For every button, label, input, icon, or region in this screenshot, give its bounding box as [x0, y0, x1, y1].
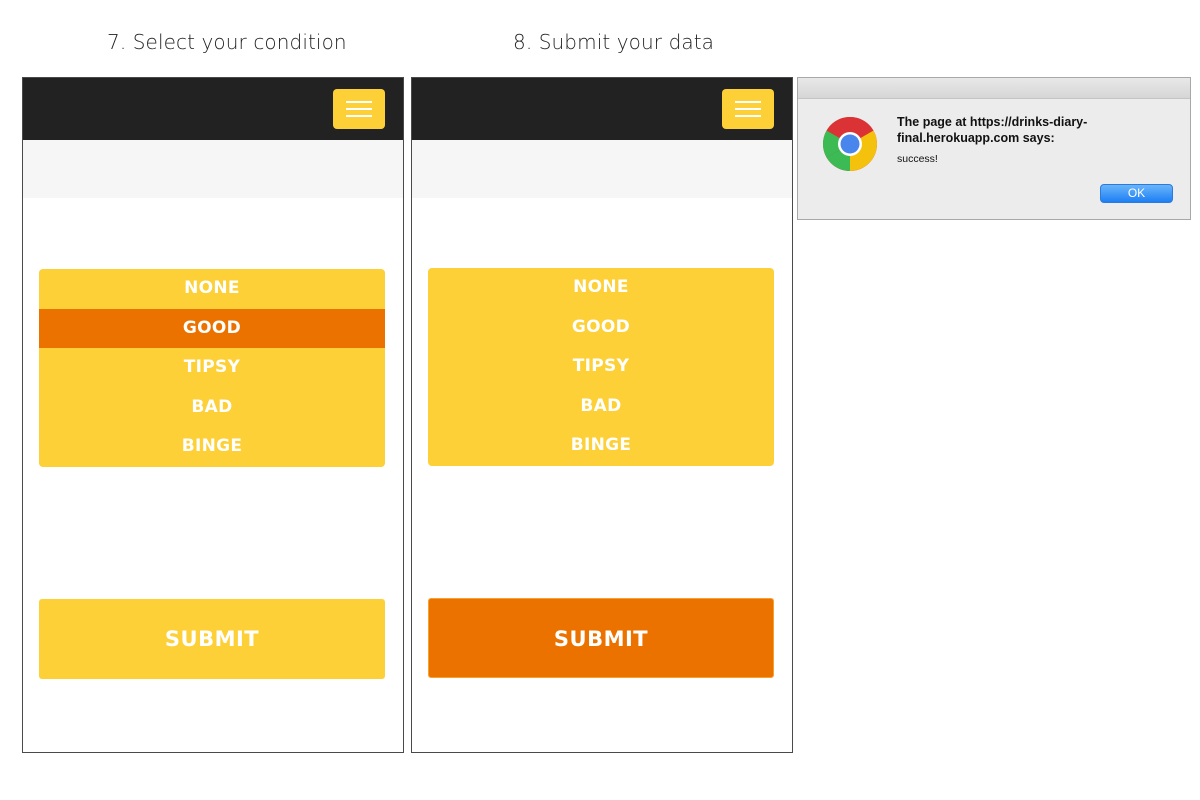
top-navbar — [23, 78, 403, 140]
condition-list: NONE GOOD TIPSY BAD BINGE — [428, 268, 774, 466]
header-band — [23, 140, 403, 198]
hamburger-menu-icon — [735, 101, 761, 117]
condition-option-binge[interactable]: BINGE — [39, 427, 385, 467]
condition-option-good[interactable]: GOOD — [428, 308, 774, 348]
condition-list: NONE GOOD TIPSY BAD BINGE — [39, 269, 385, 467]
condition-option-tipsy[interactable]: TIPSY — [39, 348, 385, 388]
header-band — [412, 140, 792, 198]
phone-screen-select-condition: NONE GOOD TIPSY BAD BINGE SUBMIT — [22, 77, 404, 753]
tutorial-stage: 7. Select your condition 8. Submit your … — [0, 0, 1200, 800]
dialog-titlebar — [798, 78, 1190, 99]
condition-option-bad[interactable]: BAD — [39, 388, 385, 428]
chrome-logo-icon — [822, 116, 878, 171]
condition-option-none[interactable]: NONE — [39, 269, 385, 309]
condition-option-none[interactable]: NONE — [428, 268, 774, 308]
browser-alert-dialog: The page at https://drinks-diary-final.h… — [797, 77, 1191, 220]
top-navbar — [412, 78, 792, 140]
dialog-message: success! — [897, 153, 938, 165]
condition-option-tipsy[interactable]: TIPSY — [428, 347, 774, 387]
dialog-title: The page at https://drinks-diary-final.h… — [897, 115, 1088, 145]
submit-button-pressed[interactable]: SUBMIT — [428, 598, 774, 678]
condition-option-good[interactable]: GOOD — [39, 308, 385, 349]
condition-option-bad[interactable]: BAD — [428, 387, 774, 427]
menu-button[interactable] — [722, 89, 774, 129]
submit-button[interactable]: SUBMIT — [39, 599, 385, 679]
phone-screen-submit: NONE GOOD TIPSY BAD BINGE SUBMIT — [411, 77, 793, 753]
menu-button[interactable] — [333, 89, 385, 129]
step-8-caption: 8. Submit your data — [513, 30, 715, 54]
ok-button[interactable]: OK — [1100, 184, 1173, 203]
condition-option-binge[interactable]: BINGE — [428, 426, 774, 466]
hamburger-menu-icon — [346, 101, 372, 117]
step-7-caption: 7. Select your condition — [107, 30, 347, 54]
